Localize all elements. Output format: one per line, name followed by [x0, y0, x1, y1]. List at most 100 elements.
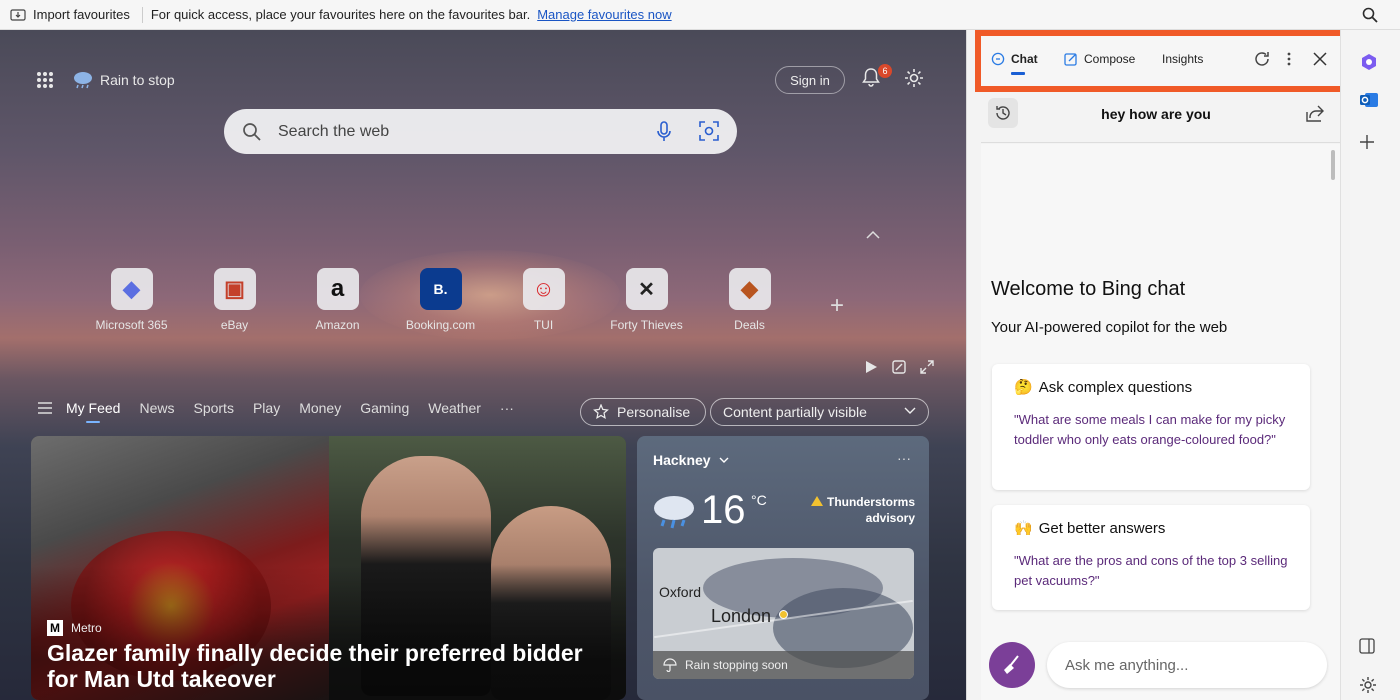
quick-link-deals[interactable]: ◆ Deals	[698, 268, 801, 332]
chevron-up-icon[interactable]	[866, 230, 880, 240]
forecast-text: Rain stopping soon	[685, 658, 788, 672]
location-pin-icon	[779, 610, 788, 619]
weather-widget[interactable]: Rain to stop	[72, 70, 175, 90]
background-info-icon[interactable]	[892, 360, 906, 374]
more-options-icon[interactable]	[1286, 50, 1292, 68]
tab-compose-label: Compose	[1084, 52, 1136, 66]
weather-advisory[interactable]: Thunderstorms advisory	[809, 494, 915, 526]
feed-tab-news[interactable]: News	[139, 400, 174, 416]
chat-bubble-icon	[991, 52, 1005, 66]
suggestion-card[interactable]: 🙌 Get better answers "What are the pros …	[992, 505, 1310, 610]
personalise-button[interactable]: Personalise	[580, 398, 706, 426]
compose-icon	[1064, 53, 1077, 66]
suggestion-prompt[interactable]: "What are some meals I can make for my p…	[1014, 410, 1288, 450]
search-input[interactable]: Search the web	[278, 123, 389, 141]
news-headline[interactable]: Glazer family finally decide their prefe…	[47, 640, 617, 692]
chevron-down-icon	[719, 457, 729, 463]
quick-link-label: TUI	[533, 318, 554, 332]
chat-conversation-area[interactable]: Welcome to Bing chat Your AI-powered cop…	[981, 144, 1343, 700]
new-topic-button[interactable]	[989, 642, 1035, 688]
amazon-icon: a	[316, 268, 359, 310]
weather-card[interactable]: Hackney ··· 16 °C Thunderstorms advisory…	[637, 436, 929, 700]
weather-more-button[interactable]: ···	[897, 450, 911, 466]
forty-thieves-icon: ✕	[625, 268, 668, 310]
quick-link-label: eBay	[220, 318, 249, 332]
add-icon[interactable]	[1359, 134, 1375, 150]
thunder-rain-icon	[654, 496, 694, 529]
chat-scrollbar[interactable]	[1331, 150, 1335, 180]
quick-link-amazon[interactable]: a Amazon	[286, 268, 389, 332]
manage-favourites-link[interactable]: Manage favourites now	[537, 7, 671, 22]
broom-icon	[1004, 655, 1019, 674]
quick-links: ◆ Microsoft 365 ▣ eBay a Amazon B. Booking.c…	[80, 268, 801, 332]
import-favourites-button[interactable]: Import favourites	[0, 6, 143, 23]
sparkle-icon	[593, 404, 609, 419]
umbrella-icon	[663, 658, 677, 672]
notifications-button[interactable]: 6	[860, 64, 892, 93]
weather-radar-map[interactable]: Oxford London Rain stopping soon	[653, 548, 914, 679]
suggestion-prompt[interactable]: "What are the pros and cons of the top 3…	[1014, 551, 1288, 591]
app-launcher-icon[interactable]	[36, 71, 54, 89]
weather-summary: Rain to stop	[100, 72, 175, 88]
play-icon[interactable]	[864, 360, 878, 374]
hamburger-menu-icon[interactable]	[38, 402, 52, 414]
share-icon[interactable]	[1305, 103, 1325, 123]
feed-tab-weather[interactable]: Weather	[428, 400, 481, 416]
copilot-tab-bar: Chat Compose Insights	[975, 30, 1357, 92]
quick-link-label: Forty Thieves	[610, 318, 683, 332]
booking-icon: B.	[419, 268, 462, 310]
weather-unit: °C	[751, 492, 767, 508]
ask-input[interactable]: Ask me anything...	[1047, 642, 1327, 688]
chevron-down-icon	[904, 407, 916, 414]
weather-location[interactable]: Hackney	[653, 452, 729, 468]
quick-link-label: Amazon	[315, 318, 360, 332]
import-icon	[10, 8, 26, 21]
visual-search-icon[interactable]	[699, 121, 719, 141]
welcome-title: Welcome to Bing chat	[991, 278, 1186, 300]
tab-chat[interactable]: Chat	[991, 52, 1038, 75]
quick-link-forty-thieves[interactable]: ✕ Forty Thieves	[595, 268, 698, 332]
microphone-icon[interactable]	[656, 121, 672, 143]
suggestion-title: Ask complex questions	[1038, 378, 1193, 396]
quick-link-label: Booking.com	[405, 318, 476, 332]
suggestion-card[interactable]: 🤔 Ask complex questions "What are some m…	[992, 364, 1310, 490]
weather-advisory-label: Thunderstorms advisory	[826, 495, 915, 525]
quick-link-booking[interactable]: B. Booking.com	[389, 268, 492, 332]
conversation-title: hey how are you	[1101, 106, 1211, 122]
weather-forecast-bar: Rain stopping soon	[653, 651, 914, 679]
expand-icon[interactable]	[920, 360, 934, 374]
feed-tab-play[interactable]: Play	[253, 400, 280, 416]
conversation-header: hey how are you	[981, 96, 1331, 140]
sidebar-toggle-icon[interactable]	[1359, 638, 1375, 654]
favourites-bar: Import favourites For quick access, plac…	[0, 0, 1400, 30]
quick-link-microsoft-365[interactable]: ◆ Microsoft 365	[80, 268, 183, 332]
feed-tab-sports[interactable]: Sports	[193, 400, 233, 416]
close-icon[interactable]	[1312, 51, 1328, 67]
quick-link-ebay[interactable]: ▣ eBay	[183, 268, 286, 332]
search-icon	[243, 122, 261, 141]
web-search-box[interactable]: Search the web	[224, 109, 737, 154]
feed-tab-my-feed[interactable]: My Feed	[66, 400, 120, 423]
metro-logo-icon: M	[47, 620, 63, 636]
add-quick-link-button[interactable]: +	[830, 292, 844, 320]
weather-temperature: 16	[701, 488, 746, 532]
quick-link-tui[interactable]: ☺ TUI	[492, 268, 595, 332]
tab-insights[interactable]: Insights	[1162, 52, 1203, 66]
copilot-icon[interactable]	[1359, 52, 1379, 72]
sign-in-button[interactable]: Sign in	[775, 66, 845, 94]
feed-tab-money[interactable]: Money	[299, 400, 341, 416]
content-visibility-dropdown[interactable]: Content partially visible	[710, 398, 929, 426]
rain-cloud-icon	[74, 72, 92, 89]
outlook-icon[interactable]	[1359, 90, 1379, 110]
map-label-london: London	[711, 606, 772, 626]
refresh-icon[interactable]	[1253, 50, 1271, 68]
tab-compose[interactable]: Compose	[1064, 52, 1135, 66]
feed-more-button[interactable]: ···	[500, 400, 514, 416]
settings-gear-icon[interactable]	[903, 67, 925, 89]
warning-icon	[810, 496, 823, 506]
feed-tab-gaming[interactable]: Gaming	[360, 400, 409, 416]
settings-gear-icon[interactable]	[1359, 676, 1377, 694]
tui-icon: ☺	[522, 268, 565, 310]
search-icon[interactable]	[1362, 7, 1378, 23]
news-card[interactable]: M Metro Glazer family finally decide the…	[31, 436, 626, 700]
